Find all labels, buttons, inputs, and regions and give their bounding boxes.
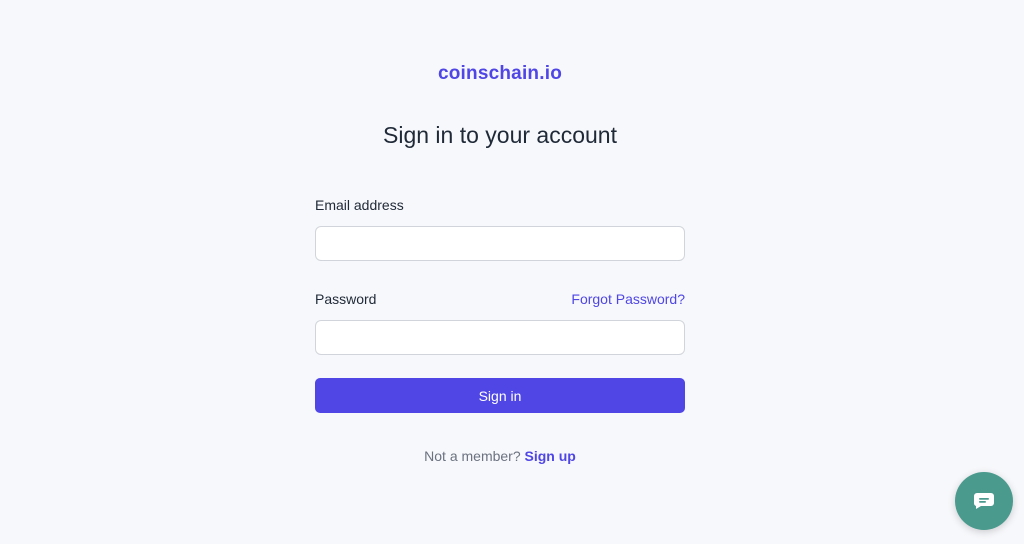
chat-icon — [973, 492, 995, 510]
password-field[interactable] — [315, 320, 685, 355]
password-label-row: Password Forgot Password? — [315, 290, 685, 308]
brand-logo[interactable]: coinschain.io — [0, 63, 1000, 85]
signin-form: Email address Password Forgot Password? … — [315, 196, 685, 413]
chat-launcher-button[interactable] — [955, 472, 1013, 530]
signin-page: coinschain.io Sign in to your account Em… — [0, 0, 1024, 544]
password-label: Password — [315, 291, 377, 307]
signup-prompt-text: Not a member? — [424, 448, 521, 464]
page-title: Sign in to your account — [383, 122, 617, 148]
email-label-row: Email address — [315, 196, 685, 214]
signin-button[interactable]: Sign in — [315, 378, 685, 413]
email-label: Email address — [315, 197, 404, 213]
signup-prompt: Not a member? Sign up — [0, 448, 1000, 464]
signup-link[interactable]: Sign up — [525, 448, 576, 464]
forgot-password-link[interactable]: Forgot Password? — [571, 291, 685, 307]
email-field[interactable] — [315, 226, 685, 261]
